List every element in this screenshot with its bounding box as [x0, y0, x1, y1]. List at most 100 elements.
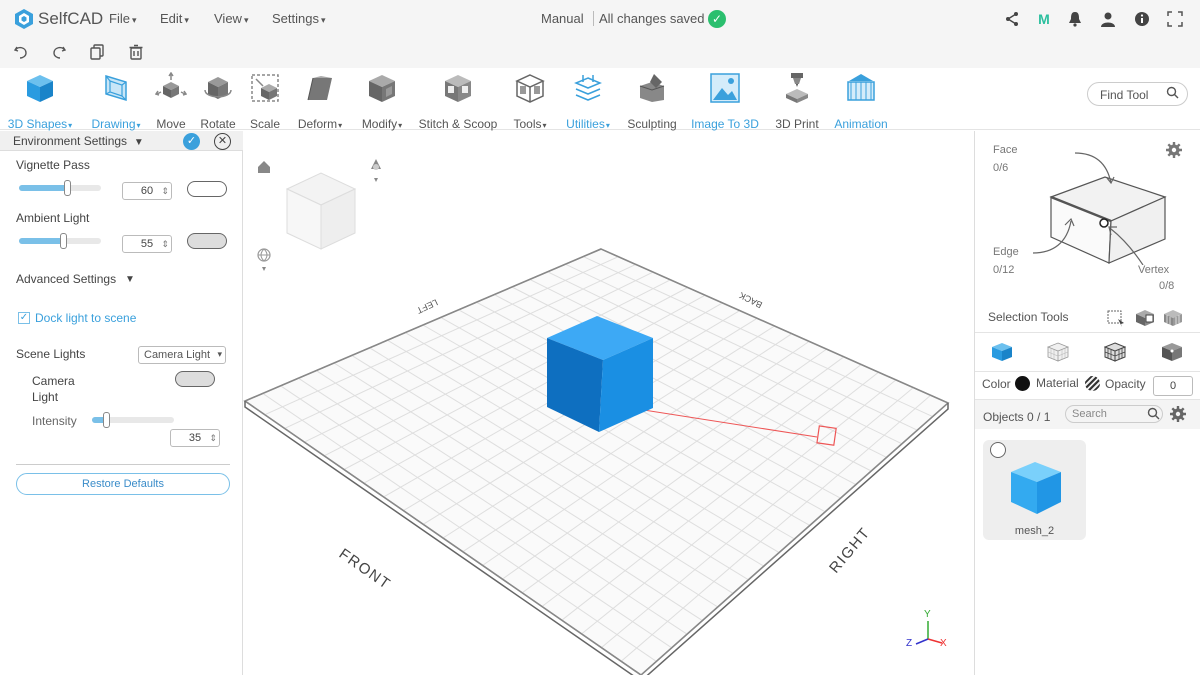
tool-animation[interactable]: Animation: [833, 72, 889, 131]
restore-defaults-button[interactable]: Restore Defaults: [16, 473, 230, 495]
advanced-caret-icon[interactable]: ▼: [125, 274, 135, 285]
cube-select-icon[interactable]: [1135, 309, 1155, 332]
tool-sculpting[interactable]: Sculpting: [626, 72, 678, 131]
face-label: Face: [993, 144, 1018, 156]
color-swatch[interactable]: [1015, 376, 1030, 391]
redo-icon[interactable]: [51, 44, 67, 65]
vignette-slider[interactable]: [19, 180, 101, 196]
3d-viewport[interactable]: FRONT RIGHT LEFT BACK Y X Z: [243, 131, 974, 680]
camera-light-toggle[interactable]: [175, 371, 215, 387]
tool-scale[interactable]: Scale: [247, 72, 283, 131]
menu-edit[interactable]: Edit: [160, 11, 189, 26]
vignette-toggle[interactable]: [187, 181, 227, 197]
tool-label: Tools: [510, 117, 550, 131]
mesh-select-icon[interactable]: [1163, 309, 1183, 332]
face-mode-icon[interactable]: [1046, 342, 1070, 367]
tool-label: Scale: [249, 117, 281, 131]
rotate-icon: [204, 77, 232, 99]
material-icon[interactable]: [1085, 376, 1100, 391]
animation-icon: [847, 74, 875, 101]
dock-label[interactable]: Dock light to scene: [35, 311, 136, 325]
drawing-icon: [105, 74, 127, 102]
tool-3d-print[interactable]: 3D Print: [774, 72, 820, 131]
opacity-label: Opacity: [1105, 377, 1146, 391]
info-icon[interactable]: [1134, 11, 1150, 27]
tool-rotate[interactable]: Rotate: [198, 72, 238, 131]
front-label: FRONT: [336, 545, 394, 593]
vertex-label: Vertex: [1138, 264, 1170, 276]
fullscreen-icon[interactable]: [1167, 11, 1183, 27]
menu-view[interactable]: View: [214, 11, 248, 26]
tool-image-to-3d[interactable]: Image To 3D: [690, 72, 760, 131]
m-app-icon[interactable]: M: [1036, 11, 1052, 27]
slider-knob[interactable]: [103, 412, 110, 428]
panel-title[interactable]: Environment Settings: [13, 134, 144, 148]
tool-deform[interactable]: Deform: [294, 72, 346, 131]
ambient-slider[interactable]: [19, 233, 101, 249]
tool-3d-shapes[interactable]: 3D Shapes: [7, 72, 73, 131]
tool-label: Rotate: [200, 117, 236, 131]
tool-tools[interactable]: Tools: [510, 72, 550, 131]
light-icon[interactable]: [371, 159, 381, 182]
saved-check-icon: ✓: [708, 10, 726, 28]
intensity-slider[interactable]: [92, 412, 174, 428]
scene-canvas[interactable]: FRONT RIGHT LEFT BACK Y X Z: [243, 131, 974, 680]
confirm-icon[interactable]: ✓: [183, 133, 200, 150]
mesh-cube[interactable]: [547, 316, 653, 432]
scale-icon: [251, 74, 279, 102]
find-tool-input[interactable]: Find Tool: [1087, 82, 1188, 106]
opacity-input[interactable]: 0: [1153, 376, 1193, 396]
undo-icon[interactable]: [13, 44, 29, 65]
menu-settings[interactable]: Settings: [272, 11, 326, 26]
tool-label: Utilities: [562, 117, 614, 131]
menu-file[interactable]: File: [109, 11, 136, 26]
tool-stitch-scoop[interactable]: Stitch & Scoop: [418, 72, 498, 131]
cube-icon: [27, 75, 53, 102]
mode-label[interactable]: Manual: [541, 11, 584, 26]
dock-checkbox[interactable]: ✓: [18, 312, 30, 324]
object-mode-icon[interactable]: [991, 342, 1013, 367]
face-count: 0/6: [993, 162, 1009, 174]
x-axis-label: X: [940, 638, 947, 649]
tool-move[interactable]: Move: [152, 71, 190, 131]
home-icon[interactable]: [258, 161, 270, 173]
slider-fill: [19, 185, 69, 191]
close-icon[interactable]: ✕: [214, 133, 231, 150]
intensity-value[interactable]: 35: [170, 429, 220, 447]
modify-icon: [369, 75, 395, 102]
advanced-settings-label[interactable]: Advanced Settings: [16, 272, 116, 286]
box-select-icon[interactable]: [1107, 309, 1125, 332]
search-icon[interactable]: [1147, 407, 1160, 425]
right-panel: Face 0/6 Edge 0/12 Vertex 0/8 Selection …: [974, 131, 1200, 675]
divider: [975, 371, 1200, 372]
vertex-mode-icon[interactable]: [1161, 342, 1183, 367]
share-icon[interactable]: [1004, 11, 1020, 27]
copy-icon[interactable]: [89, 44, 105, 65]
axis-gizmo: Y X Z: [906, 609, 947, 649]
tool-label: Move: [156, 117, 186, 131]
slider-knob[interactable]: [60, 233, 67, 249]
ambient-toggle[interactable]: [187, 233, 227, 249]
logo[interactable]: SelfCAD: [14, 8, 103, 30]
tool-drawing[interactable]: Drawing: [87, 72, 145, 131]
bell-icon[interactable]: [1067, 11, 1083, 27]
tool-label: Image To 3D: [691, 117, 759, 131]
right-label: RIGHT: [826, 524, 874, 576]
object-select-radio[interactable]: [990, 442, 1006, 458]
edge-mode-icon[interactable]: [1103, 342, 1127, 367]
camera-light-label: Camera Light: [32, 374, 75, 404]
object-card[interactable]: mesh_2: [983, 440, 1086, 540]
object-thumbnail: [1011, 462, 1061, 514]
slider-knob[interactable]: [64, 180, 71, 196]
globe-icon[interactable]: [257, 248, 271, 271]
scene-lights-dropdown[interactable]: Camera Light: [138, 346, 226, 364]
delete-icon[interactable]: [128, 44, 144, 65]
vignette-value[interactable]: 60: [122, 182, 172, 200]
tool-utilities[interactable]: Utilities: [562, 72, 614, 131]
view-cube[interactable]: [285, 172, 357, 250]
ambient-value[interactable]: 55: [122, 235, 172, 253]
user-icon[interactable]: [1100, 11, 1116, 27]
tool-modify[interactable]: Modify: [358, 72, 406, 131]
objects-settings-gear-icon[interactable]: [1169, 405, 1187, 428]
panel-header: Environment Settings ✓ ✕: [0, 131, 243, 151]
